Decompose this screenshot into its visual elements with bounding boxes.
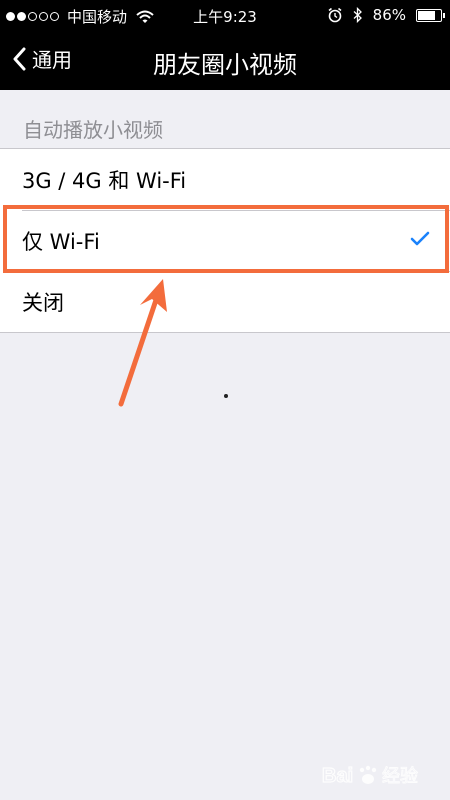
- status-bar: 中国移动 上午9:23 86%: [0, 0, 450, 30]
- section-header: 自动播放小视频: [23, 118, 163, 142]
- option-cellular-and-wifi[interactable]: 3G / 4G 和 Wi-Fi: [0, 149, 450, 210]
- alarm-icon: [328, 7, 342, 23]
- option-label: 仅 Wi-Fi: [22, 229, 100, 254]
- bluetooth-icon: [353, 7, 362, 23]
- option-label: 3G / 4G 和 Wi-Fi: [22, 168, 187, 193]
- battery-fill: [418, 10, 436, 20]
- option-label: 关闭: [22, 290, 64, 315]
- svg-text:Bai: Bai: [322, 765, 353, 787]
- page-title: 朋友圈小视频: [153, 51, 297, 79]
- status-right: 86%: [327, 6, 445, 24]
- battery-icon: [416, 8, 445, 22]
- svg-text:经验: 经验: [382, 766, 418, 787]
- dot-mark: [224, 394, 228, 398]
- navigation-bar: 通用 朋友圈小视频: [0, 30, 450, 90]
- option-off[interactable]: 关闭: [0, 271, 450, 332]
- checkmark-icon: [410, 231, 430, 246]
- battery-percent: 86%: [372, 6, 406, 24]
- option-wifi-only[interactable]: 仅 Wi-Fi: [0, 210, 450, 271]
- autoplay-options-list: 3G / 4G 和 Wi-Fi 仅 Wi-Fi 关闭: [0, 148, 450, 333]
- baidu-jingyan-watermark: Bai 经验: [322, 764, 418, 787]
